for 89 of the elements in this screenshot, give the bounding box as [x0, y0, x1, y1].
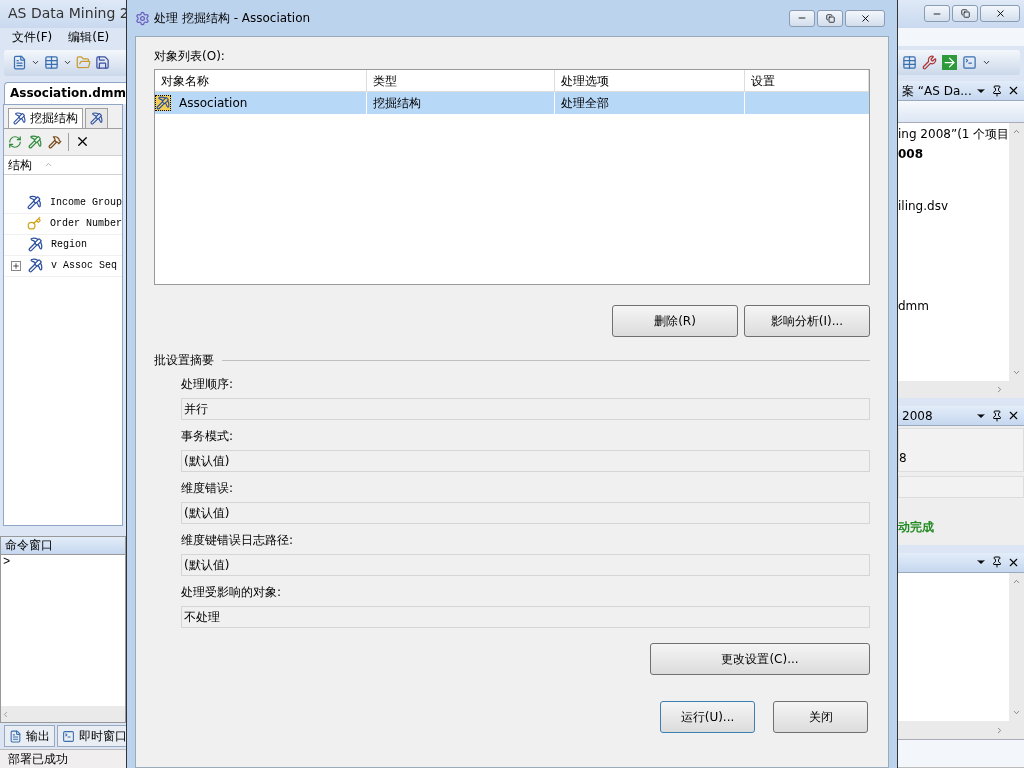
tools-icon[interactable] — [922, 54, 937, 70]
column-header[interactable]: 处理选项 — [555, 70, 745, 91]
tree-item[interactable]: Income Group — [50, 195, 122, 211]
dialog-button[interactable]: 运行(U)... — [660, 701, 755, 733]
setting-label: 处理顺序: — [181, 376, 235, 393]
tree-item[interactable]: 008 — [898, 144, 1010, 165]
document-tab[interactable]: Association.dmm — [4, 81, 126, 104]
column-header[interactable]: 结构 — [8, 155, 32, 174]
panel-title: 2008 — [902, 407, 934, 425]
save-icon[interactable] — [95, 55, 110, 71]
command-prompt: > — [2, 554, 12, 569]
tree-item[interactable]: Order Number — [50, 216, 122, 232]
table-cell: 处理全部 — [555, 92, 745, 114]
document-icon — [9, 729, 22, 743]
tree-item[interactable]: ing 2008”(1 个项目 — [898, 124, 1010, 145]
restore-icon — [825, 13, 835, 23]
dialog-button[interactable]: 影响分析(I)... — [744, 305, 870, 337]
new-project-icon[interactable] — [12, 55, 27, 71]
pickaxe-icon — [28, 258, 43, 274]
pin-icon[interactable] — [991, 409, 1003, 422]
minimize-button[interactable] — [789, 9, 815, 27]
setting-label: 处理受影响的对象: — [181, 584, 283, 601]
setting-label: 维度键错误日志路径: — [181, 532, 295, 549]
status-message: 动完成 — [898, 519, 935, 537]
minimize-button[interactable] — [924, 5, 950, 23]
expand-icon[interactable] — [11, 260, 21, 271]
properties-icon[interactable] — [902, 54, 917, 70]
dialog-button[interactable]: 关闭 — [773, 701, 868, 733]
pickaxe-icon — [13, 111, 26, 125]
menu-item[interactable]: 文件(F) — [12, 27, 53, 46]
tree-item[interactable]: dmm — [898, 296, 1010, 317]
vertical-scrollbar[interactable] — [1009, 122, 1024, 381]
hammer-icon[interactable] — [48, 134, 62, 149]
pickaxe-icon — [28, 237, 43, 253]
pickaxe-icon — [27, 195, 42, 211]
pickaxe-icon[interactable] — [28, 134, 42, 149]
list-label: 对象列表(O): — [154, 48, 226, 65]
menu-item[interactable]: 编辑(E) — [68, 27, 110, 46]
setting-label: 事务模式: — [181, 428, 235, 445]
restore-icon — [960, 9, 970, 19]
table-cell-text: Association — [179, 95, 248, 112]
panel-tab[interactable]: 即时窗口 — [57, 725, 126, 748]
window-icon[interactable] — [962, 54, 977, 70]
dialog-button[interactable]: 删除(R) — [612, 305, 738, 337]
maximize-button[interactable] — [952, 5, 978, 23]
property-value: 8 — [898, 428, 1024, 473]
setting-value: (默认值) — [181, 554, 870, 576]
horizontal-scrollbar[interactable] — [898, 721, 1024, 740]
setting-value: 并行 — [181, 398, 870, 420]
designer-tab[interactable] — [85, 107, 108, 128]
maximize-button[interactable] — [817, 9, 843, 27]
tree-item[interactable]: v Assoc Seq — [51, 258, 117, 274]
panel-tab[interactable]: 输出 — [4, 725, 55, 748]
panel-title: 命令窗口 — [5, 537, 53, 555]
panel-title: 案 “AS Da... — [902, 82, 973, 100]
close-button[interactable] — [980, 5, 1020, 23]
window-icon — [62, 729, 75, 743]
column-header[interactable]: 类型 — [367, 70, 555, 91]
table-cell: 挖掘结构 — [367, 92, 555, 114]
pin-icon[interactable] — [991, 556, 1003, 569]
designer-tab[interactable]: 挖掘结构 — [8, 107, 83, 128]
setting-value: (默认值) — [181, 502, 870, 524]
setting-value: (默认值) — [181, 450, 870, 472]
close-button[interactable] — [845, 9, 885, 27]
section-title: 批设置摘要 — [154, 352, 214, 369]
tree-item[interactable]: Region — [51, 237, 87, 253]
status-text: 部署已成功 — [8, 751, 68, 768]
column-header[interactable]: 设置 — [745, 70, 869, 91]
scroll-right-icon[interactable] — [995, 384, 1004, 394]
key-icon — [27, 216, 42, 232]
scroll-right-icon[interactable] — [995, 725, 1004, 735]
horizontal-scrollbar[interactable] — [1, 706, 125, 723]
refresh-icon[interactable] — [8, 134, 22, 149]
pin-icon[interactable] — [991, 84, 1003, 97]
setting-label: 维度错误: — [181, 480, 235, 497]
add-item-icon[interactable] — [44, 55, 59, 71]
setting-value: 不处理 — [181, 606, 870, 628]
column-header[interactable]: 对象名称 — [155, 70, 367, 91]
list-row[interactable]: Association 挖掘结构 处理全部 — [155, 92, 869, 114]
property-field[interactable] — [898, 476, 1024, 499]
close-icon — [994, 8, 1006, 20]
tree-item[interactable]: iling.dsv — [898, 196, 1010, 217]
gears-icon — [135, 10, 150, 26]
dialog-title: 处理 挖掘结构 - Association — [154, 10, 312, 27]
close-icon — [859, 12, 871, 24]
dialog-button[interactable]: 更改设置(C)... — [650, 643, 870, 675]
pickaxe-icon — [90, 111, 103, 125]
pickaxe-icon — [155, 95, 171, 111]
vertical-scrollbar[interactable] — [1009, 572, 1024, 722]
